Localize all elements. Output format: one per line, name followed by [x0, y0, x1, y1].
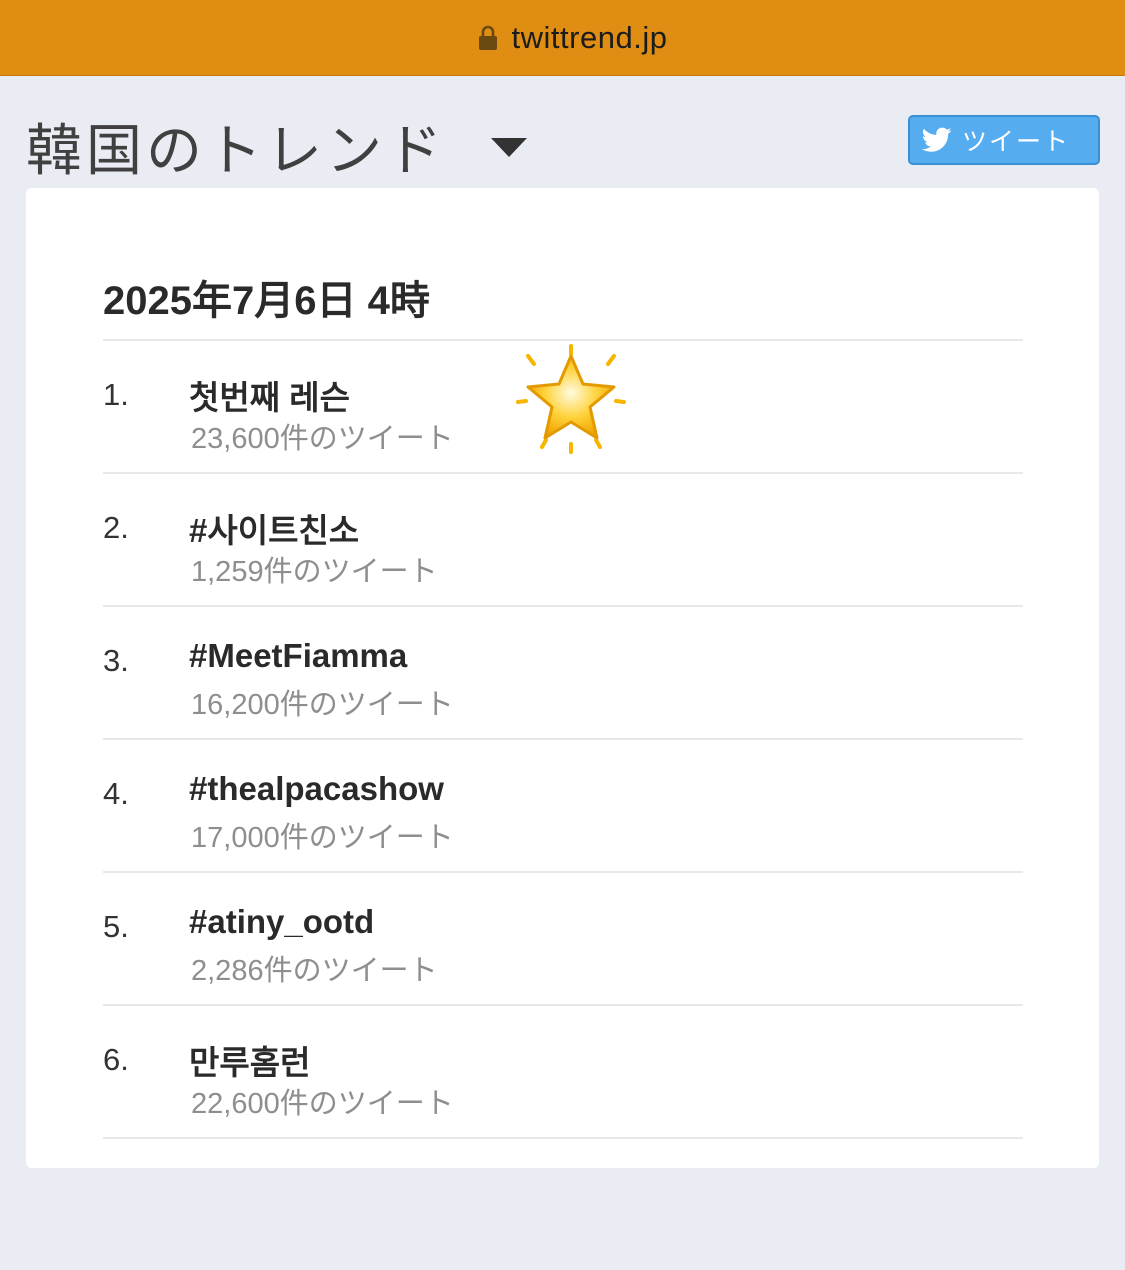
trend-tweet-count: 2,286件のツイート	[191, 955, 438, 987]
trend-rank: 3.	[103, 643, 129, 678]
trend-link[interactable]: #atiny_ootd	[189, 903, 374, 941]
trend-link[interactable]: 첫번째 레슨	[189, 371, 350, 419]
trend-rank: 4.	[103, 776, 129, 811]
glowing-star-icon	[516, 344, 626, 454]
trend-tweet-count: 23,600件のツイート	[191, 423, 454, 455]
trends-timestamp: 2025年7月6日 4時	[103, 279, 430, 323]
trend-item: 3. #MeetFiamma 16,200件のツイート	[103, 605, 1023, 738]
trend-item: 4. #thealpacashow 17,000件のツイート	[103, 738, 1023, 871]
caret-down-icon[interactable]	[491, 138, 527, 158]
url-text: twittrend.jp	[511, 19, 668, 55]
twitter-bird-icon	[922, 127, 952, 152]
page-title: 韓国のトレンド	[26, 119, 446, 184]
url-display[interactable]: twittrend.jp	[478, 20, 668, 56]
trend-rank: 2.	[103, 510, 129, 545]
trend-link[interactable]: #MeetFiamma	[189, 637, 407, 675]
trend-link[interactable]: #thealpacashow	[189, 770, 444, 808]
trends-card: 2025年7月6日 4時 1. 첫번째 레슨 23,600件のツイート 2. #…	[26, 188, 1099, 1168]
trend-tweet-count: 16,200件のツイート	[191, 689, 454, 721]
page-header: 韓国のトレンド ツイート	[0, 76, 1125, 188]
trend-item: 5. #atiny_ootd 2,286件のツイート	[103, 871, 1023, 1004]
trend-rank: 5.	[103, 909, 129, 944]
trend-link[interactable]: 만루홈런	[189, 1036, 310, 1084]
tweet-button-label: ツイート	[962, 127, 1071, 156]
lock-icon	[478, 25, 497, 50]
trend-link[interactable]: #사이트친소	[189, 504, 359, 552]
trend-tweet-count: 17,000件のツイート	[191, 822, 454, 854]
trend-rank: 6.	[103, 1042, 129, 1077]
tweet-button[interactable]: ツイート	[908, 115, 1100, 165]
trend-tweet-count: 1,259件のツイート	[191, 556, 438, 588]
trend-item	[103, 1137, 1023, 1270]
trend-rank: 1.	[103, 377, 129, 412]
trend-list: 1. 첫번째 레슨 23,600件のツイート 2. #사이트친소 1,259件の…	[103, 339, 1023, 1270]
trend-item: 2. #사이트친소 1,259件のツイート	[103, 472, 1023, 605]
trend-item: 6. 만루홈런 22,600件のツイート	[103, 1004, 1023, 1137]
trend-tweet-count: 22,600件のツイート	[191, 1088, 454, 1120]
address-bar[interactable]: twittrend.jp	[0, 0, 1125, 76]
